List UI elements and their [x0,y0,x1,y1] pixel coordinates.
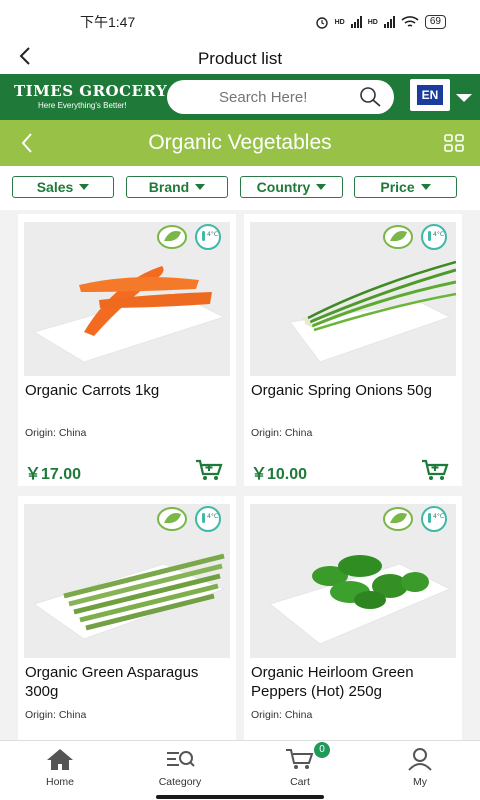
add-to-cart-icon[interactable] [420,458,450,482]
brand-header: TIMES GROCERY Here Everything's Better! … [0,74,480,120]
badge-temp: 4°C [207,513,218,520]
filter-price[interactable]: Price [354,176,457,198]
organic-leaf-icon [383,225,413,249]
filter-label: Price [380,179,415,195]
organic-leaf-icon [157,225,187,249]
caret-down-icon [195,184,206,190]
person-icon [408,748,432,771]
filter-label: Sales [36,179,74,195]
language-selector[interactable]: EN [410,79,450,111]
product-name[interactable]: Organic Carrots 1kg [25,381,231,400]
filter-country[interactable]: Country [240,176,343,198]
chilled-icon: 4°C [421,224,447,250]
category-back-icon[interactable] [20,132,34,154]
nav-home[interactable]: Home [20,747,100,788]
organic-leaf-icon [383,507,413,531]
product-grid: 4°C Organic Carrots 1kg Origin: China ￥1… [0,210,480,740]
status-time: 下午1:47 [80,14,136,30]
product-price: ￥10.00 [251,466,308,483]
product-badges: 4°C [156,224,224,250]
filter-label: Brand [148,179,190,195]
search-icon[interactable] [358,86,382,108]
product-price: ￥17.00 [25,466,82,483]
chilled-icon: 4°C [195,506,221,532]
page-title: Product list [197,49,283,68]
home-icon [47,749,73,770]
language-label: EN [416,85,444,105]
caret-down-icon [316,184,327,190]
product-origin: Origin: China [251,427,313,439]
chilled-icon: 4°C [421,506,447,532]
product-card[interactable]: 4°C Organic Spring Onions 50g Origin: Ch… [244,214,462,486]
cart-icon [286,749,314,769]
product-name[interactable]: Organic Heirloom Green Peppers (Hot) 250… [251,663,457,701]
caret-down-icon [79,184,90,190]
home-indicator [156,795,324,799]
product-origin: Origin: China [25,427,87,439]
store-logo[interactable]: TIMES GROCERY Here Everything's Better! [14,82,167,110]
badge-temp: 4°C [433,231,444,238]
search-box[interactable] [167,80,394,114]
title-bar: Product list [0,44,480,74]
nav-category[interactable]: Category [140,747,220,788]
filter-bar: Sales Brand Country Price [0,166,480,210]
battery-icon: 69 [424,15,446,29]
product-card[interactable]: 4°C Organic Heirloom Green Peppers (Hot)… [244,496,462,740]
filter-sales[interactable]: Sales [12,176,114,198]
hd-label-2: HD [367,18,378,26]
nav-label: Category [158,776,202,788]
nav-label: My [413,776,427,788]
chevron-down-icon[interactable] [456,94,472,102]
product-name[interactable]: Organic Green Asparagus 300g [25,663,231,701]
category-title: Organic Vegetables [148,131,332,154]
add-to-cart-icon[interactable] [194,458,224,482]
hd-label: HD [334,18,345,26]
signal-icon-2 [383,16,395,28]
search-input[interactable] [219,88,349,106]
alarm-icon [315,17,328,29]
cart-count-badge: 0 [314,742,330,758]
nav-label: Cart [290,776,310,788]
organic-leaf-icon [157,507,187,531]
status-bar: 下午1:47 HD HD 69 [0,0,480,44]
filter-label: Country [256,179,311,195]
nav-my[interactable]: My [380,747,460,788]
chilled-icon: 4°C [195,224,221,250]
logo-name: TIMES GROCERY [14,82,168,100]
grid-view-icon[interactable] [444,134,464,152]
product-origin: Origin: China [25,709,87,721]
product-name[interactable]: Organic Spring Onions 50g [251,381,457,400]
logo-tagline: Here Everything's Better! [38,101,127,110]
badge-temp: 4°C [207,231,218,238]
product-card[interactable]: 4°C Organic Carrots 1kg Origin: China ￥1… [18,214,236,486]
nav-label: Home [45,776,74,788]
category-bar: Organic Vegetables [0,120,480,166]
category-icon [167,751,195,767]
back-icon[interactable] [18,46,32,66]
wifi-icon [401,15,419,27]
filter-brand[interactable]: Brand [126,176,228,198]
signal-icon [350,16,362,28]
badge-temp: 4°C [433,513,444,520]
product-origin: Origin: China [251,709,313,721]
bottom-nav: Home Category Cart 0 My [0,740,480,800]
status-icons: HD HD 69 [315,15,446,29]
caret-down-icon [420,184,431,190]
product-badges: 4°C [156,506,224,532]
product-badges: 4°C [382,224,450,250]
product-card[interactable]: 4°C Organic Green Asparagus 300g Origin:… [18,496,236,740]
product-badges: 4°C [382,506,450,532]
